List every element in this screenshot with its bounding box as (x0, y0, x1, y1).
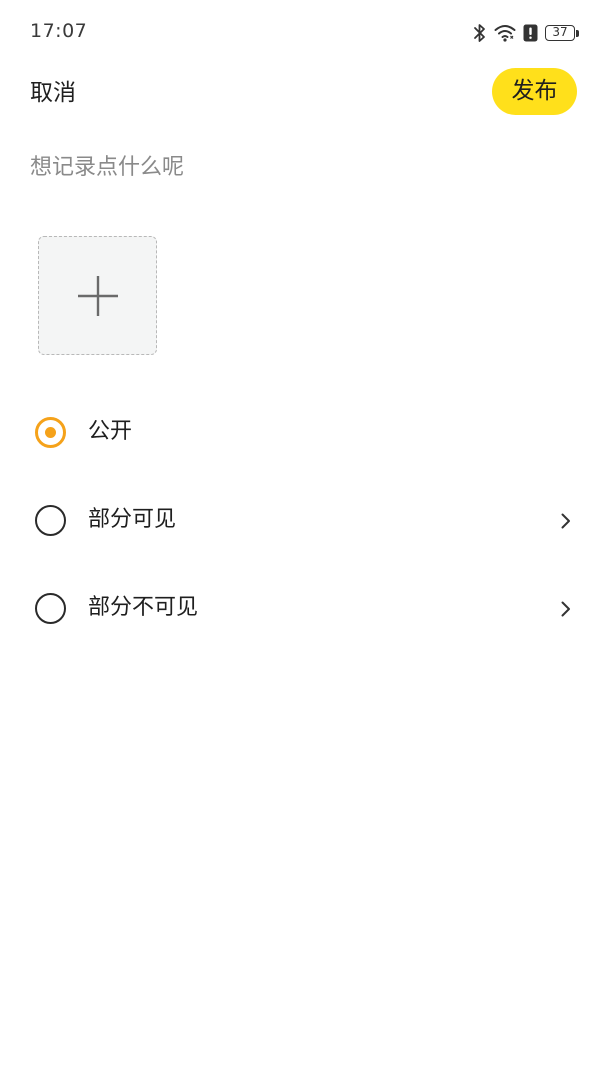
cancel-button[interactable]: 取消 (30, 76, 76, 110)
chevron-right-icon (561, 601, 570, 617)
visibility-option-label: 部分可见 (88, 507, 177, 532)
post-text-input[interactable] (30, 148, 575, 208)
visibility-option-label: 部分不可见 (88, 595, 199, 620)
battery-level: 37 (545, 25, 575, 41)
plus-icon (78, 276, 118, 316)
visibility-option-public[interactable]: 公开 (0, 402, 607, 462)
radio-checked-icon[interactable] (35, 417, 66, 448)
radio-unchecked-icon[interactable] (35, 593, 66, 624)
battery-icon: 37 (545, 25, 579, 41)
visibility-option-partial-visible[interactable]: 部分可见 (0, 490, 607, 550)
radio-unchecked-icon[interactable] (35, 505, 66, 536)
wifi-icon (494, 25, 516, 42)
status-bar: 17:07 37 (0, 0, 607, 66)
visibility-option-partial-invisible[interactable]: 部分不可见 (0, 578, 607, 638)
alert-icon (523, 24, 538, 42)
bluetooth-icon (474, 24, 485, 42)
chevron-right-icon (561, 513, 570, 529)
publish-button[interactable]: 发布 (492, 68, 577, 115)
add-image-button[interactable] (38, 236, 157, 355)
status-icons: 37 (473, 22, 579, 44)
visibility-option-label: 公开 (88, 419, 133, 444)
status-time: 17:07 (30, 20, 88, 42)
battery-tip (576, 29, 579, 37)
